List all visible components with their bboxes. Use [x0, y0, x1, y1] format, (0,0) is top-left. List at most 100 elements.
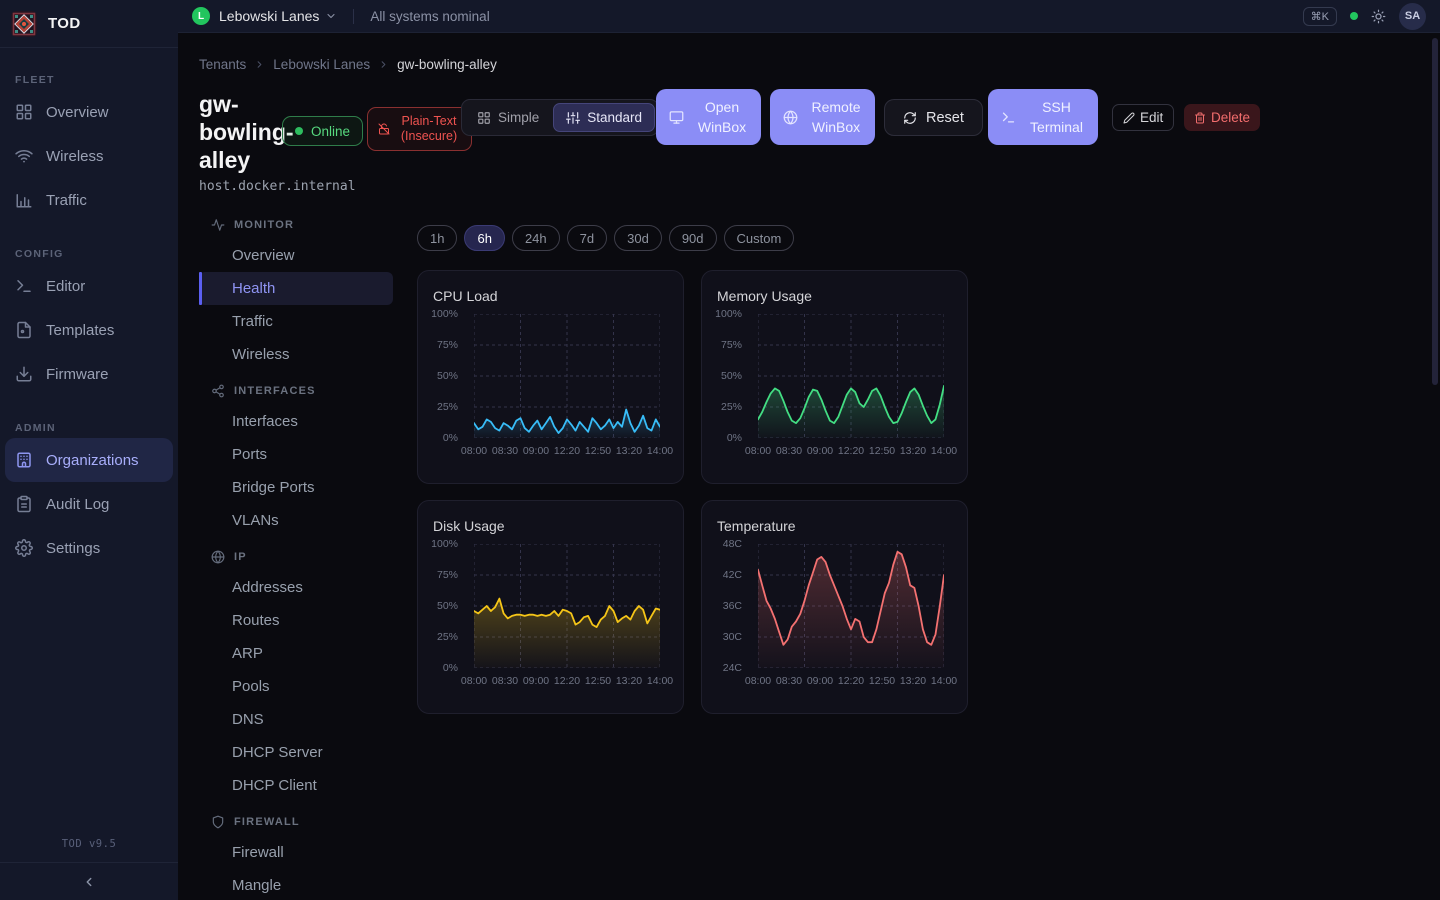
sidebar-item-templates[interactable]: Templates — [0, 308, 178, 352]
grid-icon — [477, 111, 491, 125]
reset-button[interactable]: Reset — [884, 99, 983, 136]
sidebar-section-fleet: FLEET — [0, 74, 178, 86]
y-tick-label: 75% — [437, 569, 458, 581]
subnav-item-mangle[interactable]: Mangle — [199, 869, 393, 900]
subnav-item-dns[interactable]: DNS — [199, 703, 393, 736]
sidebar-item-wireless[interactable]: Wireless — [0, 134, 178, 178]
subnav-item-overview[interactable]: Overview — [199, 239, 393, 272]
network-nodes-icon — [211, 384, 225, 398]
time-range-90d[interactable]: 90d — [669, 225, 717, 251]
time-range-30d[interactable]: 30d — [614, 225, 662, 251]
topbar-divider — [353, 9, 354, 24]
subnav-item-firewall[interactable]: Firewall — [199, 836, 393, 869]
building-icon — [15, 451, 33, 469]
x-tick-label: 12:50 — [869, 445, 895, 457]
edit-button[interactable]: Edit — [1112, 104, 1174, 131]
x-axis-labels: 08:0008:3009:0012:2012:5013:2014:00 — [758, 675, 944, 689]
time-range-custom[interactable]: Custom — [724, 225, 795, 251]
y-tick-label: 100% — [431, 538, 458, 550]
x-tick-label: 08:00 — [461, 445, 487, 457]
subnav-item-pools[interactable]: Pools — [199, 670, 393, 703]
sidebar-collapse-button[interactable] — [0, 862, 178, 900]
y-axis-labels: 100%75%50%25%0% — [418, 544, 466, 668]
time-range-24h[interactable]: 24h — [512, 225, 560, 251]
delete-button[interactable]: Delete — [1184, 104, 1260, 131]
chart-title: Temperature — [717, 518, 796, 534]
subnav-item-routes[interactable]: Routes — [199, 604, 393, 637]
time-range-selector: 1h 6h 24h 7d 30d 90d Custom — [417, 225, 968, 251]
subnav-item-health[interactable]: Health — [199, 272, 393, 305]
y-tick-label: 42C — [723, 569, 742, 581]
x-tick-label: 12:50 — [585, 675, 611, 687]
gear-icon — [15, 539, 33, 557]
app-version: TOD v9.5 — [0, 838, 178, 862]
time-range-6h[interactable]: 6h — [464, 225, 504, 251]
subnav-item-bridge-ports[interactable]: Bridge Ports — [199, 471, 393, 504]
x-tick-label: 08:30 — [492, 445, 518, 457]
x-tick-label: 13:20 — [900, 445, 926, 457]
subnav-item-traffic[interactable]: Traffic — [199, 305, 393, 338]
x-tick-label: 09:00 — [523, 675, 549, 687]
subnav-item-dhcp-server[interactable]: DHCP Server — [199, 736, 393, 769]
clipboard-icon — [15, 495, 33, 513]
subnav-item-addresses[interactable]: Addresses — [199, 571, 393, 604]
sidebar-item-overview[interactable]: Overview — [0, 90, 178, 134]
terminal-icon — [1001, 110, 1016, 125]
sidebar-item-organizations[interactable]: Organizations — [5, 438, 173, 482]
subnav-item-vlans[interactable]: VLANs — [199, 504, 393, 537]
app-title: TOD — [48, 15, 81, 32]
scrollbar-thumb[interactable] — [1432, 38, 1438, 385]
x-tick-label: 08:00 — [745, 445, 771, 457]
subnav-item-dhcp-client[interactable]: DHCP Client — [199, 769, 393, 802]
cpu-load-card: CPU Load 100%75%50%25%0% 08:0008:3009:00… — [417, 270, 684, 484]
y-tick-label: 48C — [723, 538, 742, 550]
subnav-group-interfaces: INTERFACES — [199, 377, 393, 405]
open-winbox-button[interactable]: Open WinBox — [656, 89, 761, 145]
sidebar-section-config: CONFIG — [0, 248, 178, 260]
sidebar-item-settings[interactable]: Settings — [0, 526, 178, 570]
chart-title: Disk Usage — [433, 518, 505, 534]
sidebar: TOD FLEET Overview Wireless Traffic CONF… — [0, 0, 178, 900]
y-tick-label: 50% — [437, 370, 458, 382]
chevron-down-icon[interactable] — [325, 10, 337, 22]
user-avatar[interactable]: SA — [1399, 3, 1426, 30]
sidebar-item-editor[interactable]: Editor — [0, 264, 178, 308]
grid-icon — [15, 103, 33, 121]
command-palette-shortcut[interactable]: ⌘K — [1303, 7, 1337, 26]
app-logo-row[interactable]: TOD — [0, 0, 178, 48]
health-status-dot — [1350, 12, 1358, 20]
theme-toggle-sun-icon[interactable] — [1371, 9, 1386, 24]
chart-title: Memory Usage — [717, 288, 812, 304]
sidebar-item-firmware[interactable]: Firmware — [0, 352, 178, 396]
x-axis-labels: 08:0008:3009:0012:2012:5013:2014:00 — [474, 445, 660, 459]
y-tick-label: 25% — [437, 401, 458, 413]
time-range-1h[interactable]: 1h — [417, 225, 457, 251]
ssh-terminal-button[interactable]: SSH Terminal — [988, 89, 1098, 145]
bar-chart-icon — [15, 191, 33, 209]
wifi-icon — [15, 147, 33, 165]
subnav-item-arp[interactable]: ARP — [199, 637, 393, 670]
temperature-card: Temperature 48C42C36C30C24C 08:0008:3009… — [701, 500, 968, 714]
remote-winbox-button[interactable]: Remote WinBox — [770, 89, 875, 145]
breadcrumb-current: gw-bowling-alley — [397, 57, 497, 72]
time-range-7d[interactable]: 7d — [567, 225, 607, 251]
y-tick-label: 30C — [723, 631, 742, 643]
mode-standard-button[interactable]: Standard — [553, 103, 655, 132]
sidebar-item-audit-log[interactable]: Audit Log — [0, 482, 178, 526]
subnav-item-wireless[interactable]: Wireless — [199, 338, 393, 371]
subnav-item-ports[interactable]: Ports — [199, 438, 393, 471]
sidebar-item-traffic[interactable]: Traffic — [0, 178, 178, 222]
online-dot-icon — [295, 127, 303, 135]
breadcrumb-tenant[interactable]: Lebowski Lanes — [273, 57, 370, 72]
x-tick-label: 12:20 — [554, 675, 580, 687]
x-tick-label: 12:20 — [838, 445, 864, 457]
x-tick-label: 12:50 — [869, 675, 895, 687]
shield-icon — [211, 815, 225, 829]
breadcrumb-tenants[interactable]: Tenants — [199, 57, 246, 72]
mode-simple-button[interactable]: Simple — [465, 103, 551, 132]
subnav-item-interfaces[interactable]: Interfaces — [199, 405, 393, 438]
tenant-selector[interactable]: Lebowski Lanes — [219, 8, 319, 24]
y-axis-labels: 100%75%50%25%0% — [702, 314, 750, 438]
app-logo-icon — [11, 11, 37, 37]
y-axis-labels: 100%75%50%25%0% — [418, 314, 466, 438]
